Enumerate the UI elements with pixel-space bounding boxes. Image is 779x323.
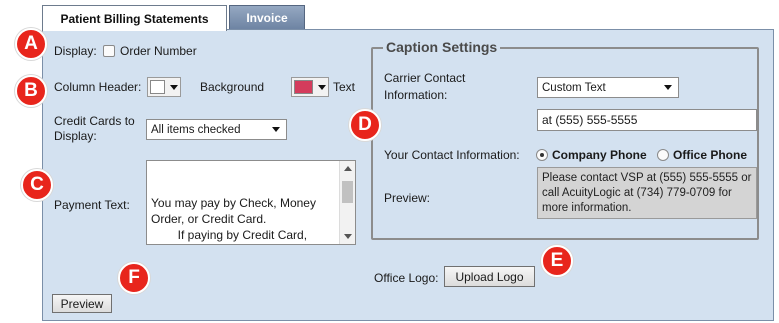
credit-cards-label-line1: Credit Cards to	[54, 114, 135, 128]
chevron-down-icon	[170, 84, 178, 90]
callout-badge-d: D	[349, 109, 381, 141]
settings-panel: Display: Order Number Column Header: Bac…	[42, 29, 774, 321]
callout-badge-c: C	[21, 169, 53, 201]
caption-settings-group: Caption Settings Carrier Contact Informa…	[371, 39, 759, 240]
text-color-swatch	[294, 80, 313, 94]
tab-bar: Patient Billing Statements Invoice	[42, 5, 775, 31]
company-phone-label: Company Phone	[552, 148, 647, 162]
preview-button-label: Preview	[60, 296, 104, 311]
column-header-label: Column Header:	[54, 80, 142, 94]
carrier-contact-selected-value: Custom Text	[542, 81, 606, 94]
your-contact-label: Your Contact Information:	[384, 148, 520, 162]
tab-invoice[interactable]: Invoice	[229, 5, 305, 30]
payment-text-textarea[interactable]: You may pay by Check, Money Order, or Cr…	[146, 160, 356, 245]
preview-button[interactable]: Preview	[52, 294, 112, 313]
callout-badge-e: E	[541, 245, 573, 277]
payment-text-label: Payment Text:	[54, 198, 130, 212]
credit-cards-select[interactable]: All items checked	[146, 119, 287, 140]
caption-preview-box: Please contact VSP at (555) 555-5555 or …	[537, 167, 757, 219]
background-label: Background	[200, 80, 265, 94]
company-phone-radio[interactable]	[536, 149, 548, 161]
credit-cards-label-line2: Display:	[54, 129, 97, 143]
background-color-swatch	[150, 80, 165, 94]
chevron-down-icon	[318, 84, 326, 90]
chevron-down-icon	[272, 127, 280, 132]
text-color-picker[interactable]	[291, 77, 329, 97]
payment-text-scrollbar[interactable]	[339, 161, 355, 244]
payment-text-content: You may pay by Check, Money Order, or Cr…	[151, 196, 316, 242]
callout-badge-b: B	[15, 75, 47, 107]
office-phone-label: Office Phone	[673, 148, 748, 162]
scrollbar-thumb[interactable]	[342, 181, 353, 203]
background-color-picker[interactable]	[147, 77, 181, 97]
caption-preview-text: Please contact VSP at (555) 555-5555 or …	[542, 172, 752, 214]
text-color-label: Text	[333, 80, 356, 94]
upload-logo-button[interactable]: Upload Logo	[444, 266, 535, 287]
callout-badge-a: A	[15, 28, 47, 60]
chevron-down-icon	[664, 85, 672, 90]
carrier-contact-label-line2: Information:	[384, 88, 448, 102]
carrier-contact-text-value: at (555) 555-5555	[542, 113, 638, 127]
display-label: Display:	[54, 44, 97, 58]
office-phone-radio[interactable]	[657, 149, 669, 161]
scroll-down-arrow-icon[interactable]	[344, 234, 352, 239]
caption-settings-legend: Caption Settings	[383, 39, 501, 55]
carrier-contact-select[interactable]: Custom Text	[537, 77, 679, 98]
preview-label: Preview:	[384, 191, 431, 205]
carrier-contact-label-line1: Carrier Contact	[384, 71, 466, 85]
order-number-checkbox[interactable]	[103, 45, 115, 57]
upload-logo-button-label: Upload Logo	[455, 269, 524, 284]
office-logo-label: Office Logo:	[374, 271, 439, 285]
credit-cards-selected-value: All items checked	[151, 123, 241, 136]
scroll-up-arrow-icon[interactable]	[344, 166, 352, 171]
order-number-label: Order Number	[120, 44, 197, 58]
tab-patient-billing-statements[interactable]: Patient Billing Statements	[42, 5, 227, 31]
carrier-contact-text-input[interactable]: at (555) 555-5555	[537, 109, 757, 131]
callout-badge-f: F	[118, 262, 150, 294]
